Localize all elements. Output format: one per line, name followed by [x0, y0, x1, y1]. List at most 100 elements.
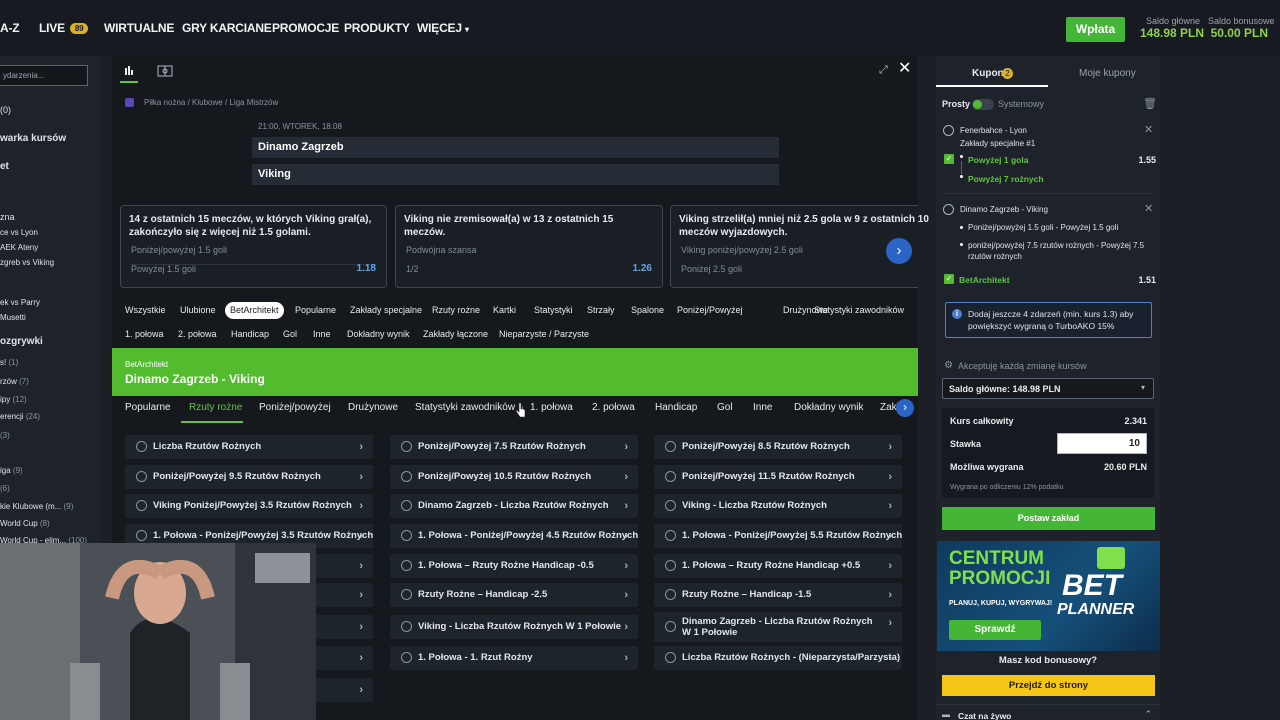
live-chat-bar[interactable]: ▬ Czat na żywo ⌃	[936, 704, 1160, 720]
stats-icon[interactable]	[122, 63, 136, 79]
sidebar-league[interactable]: World Cup (8)	[0, 519, 50, 528]
sidebar-item[interactable]: ek vs Parry	[0, 298, 40, 307]
sidebar-item[interactable]: AEK Ateny	[0, 243, 38, 252]
nav-products[interactable]: PRODUKTY	[344, 21, 410, 35]
expand-icon[interactable]: ⤢	[879, 64, 891, 76]
filter-chip[interactable]: Zakłady specjalne	[345, 302, 427, 319]
filter-chip[interactable]: Zakłady łączone	[418, 326, 493, 343]
sidebar-league[interactable]: erencji (24)	[0, 412, 40, 421]
market-item[interactable]: 1. Połowa - Poniżej/Powyżej 4.5 Rzutów R…	[390, 524, 638, 548]
market-item[interactable]: 1. Połowa - Poniżej/Powyżej 5.5 Rzutów R…	[654, 524, 902, 548]
market-item[interactable]: Rzuty Rożne – Handicap -2.5 ›	[390, 583, 638, 607]
filter-chip[interactable]: Inne	[308, 326, 336, 343]
stat-card[interactable]: 14 z ostatnich 15 meczów, w których Viki…	[120, 205, 387, 288]
mode-toggle[interactable]	[972, 99, 994, 110]
filter-chip[interactable]: Statystyki	[529, 302, 578, 319]
stat-card[interactable]: Viking strzelił(a) mniej niż 2.5 gola w …	[670, 205, 929, 288]
market-item[interactable]: Liczba Rzutów Rożnych - (Nieparzysta/Par…	[654, 646, 902, 670]
tab-coupon[interactable]: Kupon 2	[936, 60, 1048, 87]
market-item[interactable]: Viking - Liczba Rzutów Rożnych ›	[654, 494, 902, 518]
market-item[interactable]: Rzuty Rożne – Handicap -1.5 ›	[654, 583, 902, 607]
nav-promotions[interactable]: PROMOCJE	[272, 21, 339, 35]
tabs-scroll-right-button[interactable]: ›	[896, 399, 914, 417]
balance-select[interactable]: Saldo główne: 148.98 PLN ▾	[942, 378, 1154, 399]
trash-icon[interactable]: 🗑	[1143, 97, 1157, 110]
remove-bet-icon[interactable]: ✕	[1144, 123, 1153, 136]
market-tab[interactable]: Poniżej/powyżej	[259, 402, 331, 413]
carousel-next-button[interactable]: ›	[886, 238, 912, 264]
sidebar-league[interactable]: rzów (7)	[0, 377, 29, 386]
filter-chip[interactable]: Rzuty rożne	[427, 302, 485, 319]
market-item[interactable]: Poniżej/Powyżej 10.5 Rzutów Rożnych ›	[390, 465, 638, 489]
sidebar-item[interactable]: zna	[0, 212, 15, 222]
filter-chip[interactable]: 1. połowa	[120, 326, 169, 343]
market-item[interactable]: Poniżej/Powyżej 7.5 Rzutów Rożnych ›	[390, 435, 638, 459]
sidebar-league[interactable]: (6)	[0, 484, 10, 493]
market-item[interactable]: Viking - Liczba Rzutów Rożnych W 1 Połow…	[390, 615, 638, 639]
sidebar-item[interactable]: warka kursów	[0, 133, 66, 144]
checkbox-checked-icon[interactable]: ✓	[944, 154, 954, 164]
market-tab[interactable]: Dokładny wynik	[794, 402, 863, 413]
market-item[interactable]: Poniżej/Powyżej 8.5 Rzutów Rożnych ›	[654, 435, 902, 459]
go-to-page-button[interactable]: Przejdź do strony	[942, 675, 1155, 696]
market-item[interactable]: Poniżej/Powyżej 9.5 Rzutów Rożnych ›	[125, 465, 373, 489]
filter-chip[interactable]: Kartki	[488, 302, 521, 319]
market-item[interactable]: 1. Połowa – Rzuty Rożne Handicap -0.5 ›	[390, 554, 638, 578]
market-tab[interactable]: Popularne	[125, 402, 171, 413]
mode-simple-label[interactable]: Prosty	[942, 99, 970, 109]
nav-live[interactable]: LIVE 89	[39, 21, 89, 35]
sidebar-item[interactable]: et	[0, 161, 9, 172]
market-item[interactable]: Dinamo Zagrzeb - Liczba Rzutów Rożnych W…	[654, 612, 902, 642]
nav-az[interactable]: A-Z	[0, 21, 20, 35]
filter-chip[interactable]: Dokładny wynik	[342, 326, 415, 343]
stake-input[interactable]: 10	[1057, 433, 1147, 454]
accept-odds-change[interactable]: Akceptuję każdą zmianę kursów	[958, 361, 1087, 371]
sidebar-league[interactable]: ipy (12)	[0, 395, 27, 404]
stat-card[interactable]: Viking nie zremisował(a) w 13 z ostatnic…	[395, 205, 663, 288]
promo-check-button[interactable]: Sprawdź	[949, 620, 1041, 640]
market-tab[interactable]: 1. połowa	[530, 402, 573, 413]
filter-chip[interactable]: 2. połowa	[173, 326, 222, 343]
filter-chip[interactable]: Strzały	[582, 302, 620, 319]
mode-system-label[interactable]: Systemowy	[998, 99, 1044, 109]
sidebar-item[interactable]: ce vs Lyon	[0, 228, 38, 237]
nav-virtual[interactable]: WIRTUALNE	[104, 21, 174, 35]
stat-card-odd[interactable]: 1.18	[357, 263, 376, 274]
filter-chip[interactable]: Statystyki zawodników	[809, 302, 909, 319]
filter-chip[interactable]: Spalone	[626, 302, 669, 319]
sidebar-item[interactable]: (0)	[0, 105, 11, 115]
settings-gear-icon[interactable]: ⚙	[944, 360, 953, 371]
market-tab[interactable]: Drużynowe	[348, 402, 398, 413]
filter-chip[interactable]: Wszystkie	[120, 302, 171, 319]
market-item[interactable]: Liczba Rzutów Rożnych ›	[125, 435, 373, 459]
sidebar-league[interactable]: iga (9)	[0, 466, 23, 475]
market-tab[interactable]: Inne	[753, 402, 772, 413]
nav-card-games[interactable]: GRY KARCIANE	[182, 21, 272, 35]
tab-my-coupons[interactable]: Moje kupony	[1079, 68, 1136, 79]
market-tab[interactable]: Gol	[717, 402, 733, 413]
filter-chip[interactable]: Handicap	[226, 326, 274, 343]
filter-chip[interactable]: Ulubione	[175, 302, 221, 319]
sidebar-league[interactable]: (3)	[0, 431, 10, 440]
market-tab[interactable]: 2. połowa	[592, 402, 635, 413]
market-tab-active[interactable]: Rzuty rożne	[189, 402, 242, 413]
market-tab[interactable]: Statystyki zawodników	[415, 402, 515, 413]
nav-more[interactable]: WIĘCEJ ▾	[417, 21, 469, 35]
sidebar-search-input[interactable]: ydarzenia...	[0, 65, 88, 86]
filter-chip-active[interactable]: BetArchitekt	[225, 302, 284, 319]
sidebar-league[interactable]: kie Klubowe (m... (9)	[0, 502, 73, 511]
market-tab[interactable]: Handicap	[655, 402, 697, 413]
pitch-icon[interactable]	[157, 65, 173, 77]
stat-card-odd[interactable]: 1.26	[633, 263, 652, 274]
deposit-button[interactable]: Wpłata	[1066, 17, 1125, 42]
sidebar-league[interactable]: s! (1)	[0, 358, 18, 367]
promotions-banner[interactable]: CENTRUM PROMOCJI PLANUJ, KUPUJ, WYGRYWAJ…	[937, 541, 1160, 651]
market-item[interactable]: Poniżej/Powyżej 11.5 Rzutów Rożnych ›	[654, 465, 902, 489]
place-bet-button[interactable]: Postaw zakład	[942, 507, 1155, 530]
sidebar-item[interactable]: Musetti	[0, 313, 26, 322]
checkbox-checked-icon[interactable]: ✓	[944, 274, 954, 284]
filter-chip[interactable]: Nieparzyste / Parzyste	[494, 326, 594, 343]
filter-chip[interactable]: Poniżej/Powyżej	[672, 302, 748, 319]
close-icon[interactable]: ✕	[898, 61, 912, 77]
market-item[interactable]: 1. Połowa - 1. Rzut Rożny ›	[390, 646, 638, 670]
